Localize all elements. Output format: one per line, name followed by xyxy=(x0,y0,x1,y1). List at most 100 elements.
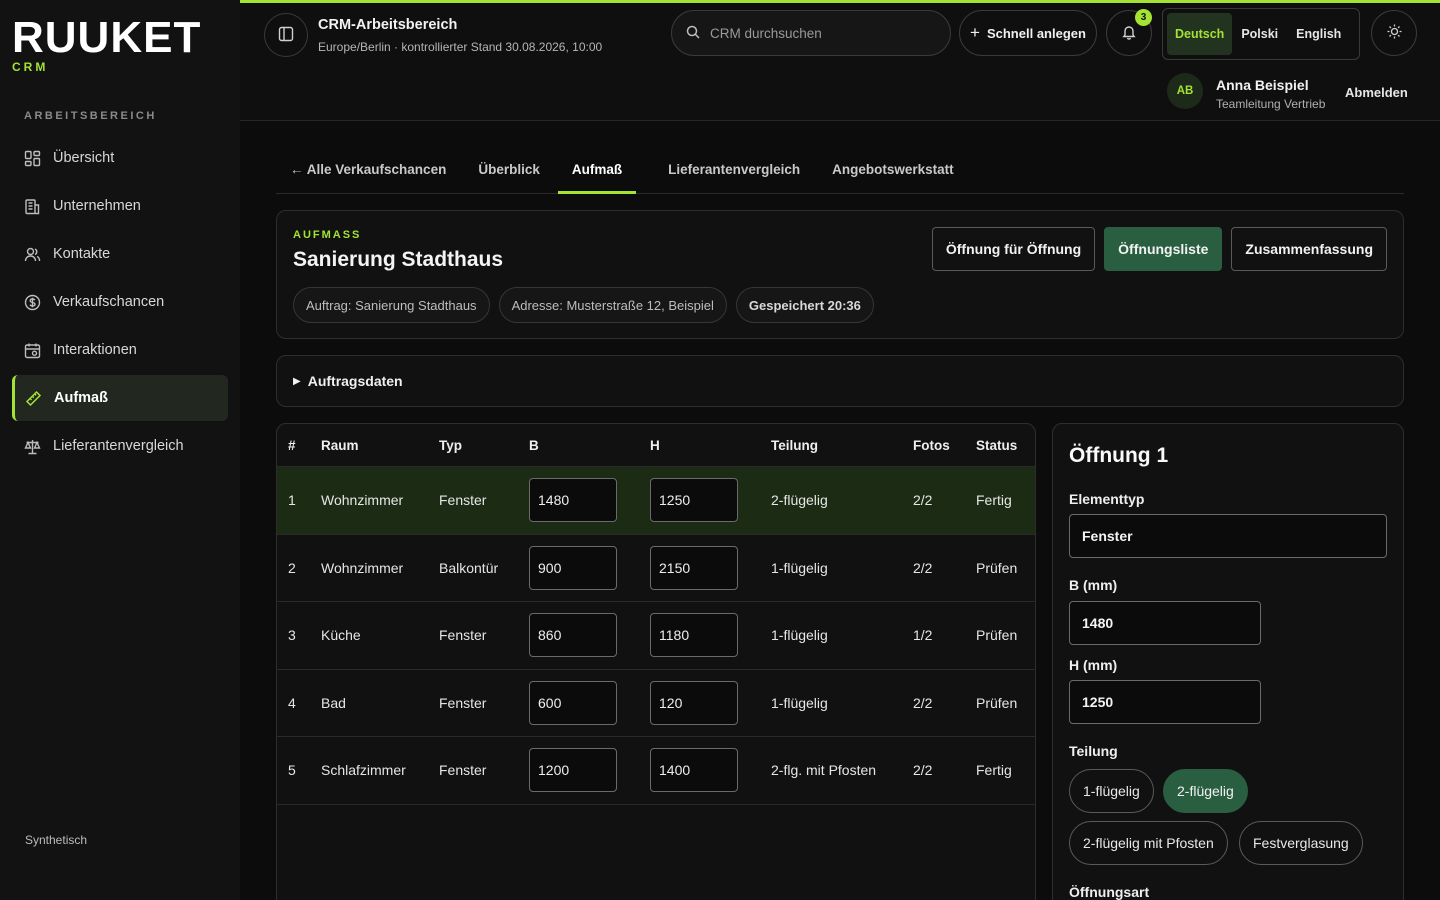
tab-aufmass[interactable]: Aufmaß xyxy=(557,148,637,194)
column-header-type: Typ xyxy=(439,437,462,453)
accordion-label: Auftragsdaten xyxy=(307,373,403,389)
sidebar-item-label: Kontakte xyxy=(53,246,111,262)
order-data-accordion[interactable]: ▶ Auftragsdaten xyxy=(276,355,1404,407)
row-photos: 1/2 xyxy=(913,627,933,644)
division-option-2-fluegelig-pfosten[interactable]: 2-flügelig mit Pfosten xyxy=(1069,821,1228,865)
sidebar-item-label: Verkaufschancen xyxy=(53,294,165,310)
language-option-deutsch[interactable]: Deutsch xyxy=(1167,13,1233,55)
view-opening-list-button[interactable]: Öffnungsliste xyxy=(1104,227,1223,271)
avatar[interactable]: AB xyxy=(1167,73,1203,109)
row-number: 2 xyxy=(288,559,296,576)
opening-type-label: Öffnungsart xyxy=(1069,884,1150,900)
workspace-subtitle: Europe/Berlin · kontrollierter Stand 30.… xyxy=(318,40,603,54)
user-name: Anna Beispiel xyxy=(1216,77,1309,93)
row-number: 4 xyxy=(288,694,296,711)
tab-bar: ← Alle Verkaufschancen Überblick Aufmaß … xyxy=(276,148,1404,194)
width-input[interactable] xyxy=(529,613,617,658)
dollar-circle-icon xyxy=(24,294,41,311)
calendar-icon xyxy=(24,342,41,359)
logout-button[interactable]: Abmelden xyxy=(1345,85,1408,100)
language-switcher: Deutsch Polski English xyxy=(1162,8,1360,60)
detail-title: Öffnung 1 xyxy=(1069,444,1169,467)
height-input[interactable] xyxy=(650,545,738,590)
logo-wordmark: RUUKET xyxy=(12,13,202,62)
language-option-english[interactable]: English xyxy=(1287,13,1350,55)
division-option-festverglasung[interactable]: Festverglasung xyxy=(1239,821,1363,865)
search-input[interactable] xyxy=(710,25,930,41)
table-header: # Raum Typ B H Teilung Fotos Status xyxy=(277,424,1035,467)
tab-ueberblick[interactable]: Überblick xyxy=(478,148,540,193)
sidebar-item-lieferantenvergleich[interactable]: Lieferantenvergleich xyxy=(12,423,228,469)
height-input[interactable] xyxy=(650,748,738,793)
row-type: Balkontür xyxy=(439,559,499,576)
height-input[interactable] xyxy=(650,613,738,658)
grid-icon xyxy=(24,150,41,167)
width-input[interactable] xyxy=(529,545,617,590)
tab-back-all-opportunities[interactable]: ← Alle Verkaufschancen xyxy=(290,148,446,193)
plus-icon: + xyxy=(970,23,980,42)
table-row[interactable]: 3 Küche Fenster 1-flügelig 1/2 Prüfen xyxy=(277,602,1035,670)
quick-create-button[interactable]: + Schnell anlegen xyxy=(959,10,1097,56)
height-input[interactable] xyxy=(650,478,738,523)
address-chip: Adresse: Musterstraße 12, Beispiel xyxy=(498,287,727,323)
row-status: Prüfen xyxy=(976,627,1018,644)
sidebar-panel-icon xyxy=(278,26,294,45)
sidebar-item-uebersicht[interactable]: Übersicht xyxy=(12,135,228,181)
height-label: H (mm) xyxy=(1069,657,1118,673)
language-option-polski[interactable]: Polski xyxy=(1232,13,1287,55)
sidebar-item-label: Interaktionen xyxy=(53,342,137,358)
row-division: 1-flügelig xyxy=(771,694,828,711)
notifications-button[interactable]: 3 xyxy=(1106,9,1152,56)
bell-icon xyxy=(1121,24,1137,43)
quick-create-label: Schnell anlegen xyxy=(986,25,1086,41)
table-row[interactable]: 1 Wohnzimmer Fenster 2-flügelig 2/2 Fert… xyxy=(277,467,1035,535)
width-input[interactable] xyxy=(529,478,617,523)
row-status: Fertig xyxy=(976,492,1012,509)
openings-table: # Raum Typ B H Teilung Fotos Status 1 Wo… xyxy=(276,423,1036,900)
row-type: Fenster xyxy=(439,627,487,644)
logo[interactable]: RUUKET CRM xyxy=(12,13,202,75)
sidebar-footer: Synthetisch xyxy=(25,833,88,847)
building-icon xyxy=(24,198,41,215)
sidebar-item-label: Übersicht xyxy=(53,150,115,166)
theme-toggle-button[interactable] xyxy=(1371,10,1417,56)
element-type-field[interactable]: Fenster xyxy=(1069,514,1387,558)
workspace-title: CRM-Arbeitsbereich xyxy=(318,17,458,33)
tab-angebotswerkstatt[interactable]: Angebotswerkstatt xyxy=(832,148,954,193)
division-option-1-fluegelig[interactable]: 1-flügelig xyxy=(1069,769,1154,813)
table-row[interactable]: 5 Schlafzimmer Fenster 2-flg. mit Pfoste… xyxy=(277,737,1035,805)
sidebar-item-label: Aufmaß xyxy=(54,390,108,406)
toggle-sidebar-button[interactable] xyxy=(264,13,308,57)
row-room: Wohnzimmer xyxy=(321,492,404,509)
row-photos: 2/2 xyxy=(913,559,933,576)
width-field[interactable]: 1480 xyxy=(1069,601,1261,645)
triangle-right-icon: ▶ xyxy=(293,375,301,387)
width-input[interactable] xyxy=(529,680,617,725)
tab-lieferantenvergleich[interactable]: Lieferantenvergleich xyxy=(668,148,800,193)
table-row[interactable]: 2 Wohnzimmer Balkontür 1-flügelig 2/2 Pr… xyxy=(277,535,1035,602)
row-type: Fenster xyxy=(439,762,487,779)
column-header-division: Teilung xyxy=(771,437,818,453)
element-type-label: Elementtyp xyxy=(1069,491,1145,507)
sidebar-item-aufmass[interactable]: Aufmaß xyxy=(12,375,228,421)
sidebar-item-unternehmen[interactable]: Unternehmen xyxy=(12,183,228,229)
row-room: Bad xyxy=(321,694,346,711)
width-label: B (mm) xyxy=(1069,577,1118,593)
height-input[interactable] xyxy=(650,680,738,725)
row-division: 2-flg. mit Pfosten xyxy=(771,762,877,779)
division-option-2-fluegelig[interactable]: 2-flügelig xyxy=(1163,769,1248,813)
view-opening-by-opening-button[interactable]: Öffnung für Öffnung xyxy=(931,227,1096,271)
view-switcher: Öffnung für Öffnung Öffnungsliste Zusamm… xyxy=(923,227,1387,271)
height-field[interactable]: 1250 xyxy=(1069,680,1261,724)
table-row[interactable]: 4 Bad Fenster 1-flügelig 2/2 Prüfen xyxy=(277,670,1035,737)
search-box[interactable] xyxy=(671,10,951,56)
view-summary-button[interactable]: Zusammenfassung xyxy=(1231,227,1387,271)
column-header-photos: Fotos xyxy=(913,437,950,453)
row-photos: 2/2 xyxy=(913,694,933,711)
width-input[interactable] xyxy=(529,748,617,793)
sidebar-item-kontakte[interactable]: Kontakte xyxy=(12,231,228,277)
sidebar-item-verkaufschancen[interactable]: Verkaufschancen xyxy=(12,279,228,325)
sidebar-item-interaktionen[interactable]: Interaktionen xyxy=(12,327,228,373)
notification-badge: 3 xyxy=(1135,9,1152,26)
project-chips: Auftrag: Sanierung Stadthaus Adresse: Mu… xyxy=(293,287,883,323)
